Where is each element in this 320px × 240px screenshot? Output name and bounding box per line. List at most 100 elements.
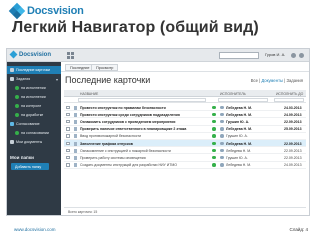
sidebar-item-my-documents[interactable]: Мои документы <box>7 138 61 146</box>
executor-filter-input[interactable] <box>218 98 268 102</box>
table-row[interactable]: Проверить работу системы оповещения Груши… <box>64 154 306 162</box>
sidebar-item-tasks-control[interactable]: на контроле <box>7 102 61 110</box>
sidebar-item-label: на согласовании <box>21 131 49 135</box>
user-icon <box>220 141 224 146</box>
row-due-date: 24.09.2013 <box>284 163 302 168</box>
approval-icon <box>10 122 14 126</box>
user-icon <box>220 155 224 160</box>
row-name[interactable]: Провести инструктаж по правилам безопасн… <box>80 106 166 110</box>
sidebar-item-approval[interactable]: Согласование <box>7 120 61 128</box>
task-card-icon <box>74 105 77 110</box>
app-topbar: Docsvision Гуров И. А. <box>7 49 309 62</box>
tasks-icon <box>10 77 14 81</box>
row-checkbox[interactable] <box>66 155 70 160</box>
sidebar-item-on-approval[interactable]: на согласовании <box>7 129 61 137</box>
task-card-icon <box>74 155 77 160</box>
filter-tasks[interactable]: Задания <box>286 78 303 83</box>
row-name[interactable]: Создать документы инструкций для разрабо… <box>80 163 177 167</box>
row-checkbox[interactable] <box>66 112 70 117</box>
table-row[interactable]: Провести инструктаж среди сотрудников по… <box>64 111 306 119</box>
status-flag-icon <box>212 112 216 117</box>
status-flag-icon <box>212 155 216 160</box>
user-icon <box>220 112 224 117</box>
docsvision-logo-mark-icon <box>8 2 26 20</box>
row-name[interactable]: Ввод противопожарной безопасности <box>80 134 141 138</box>
sidebar-item-recent[interactable]: Последние карточки <box>7 66 61 74</box>
row-name[interactable]: Проверить работу системы оповещения <box>80 156 146 160</box>
add-folder-label: Добавить папку <box>15 164 42 169</box>
logout-icon[interactable] <box>299 53 304 58</box>
sidebar-item-tasks-rework[interactable]: на доработке <box>7 111 61 119</box>
apps-grid-icon[interactable] <box>67 52 74 59</box>
settings-icon[interactable] <box>291 53 296 58</box>
sidebar-item-label: на исполнении <box>21 86 46 90</box>
table-row[interactable]: Ознакомить сотрудников с проведением мер… <box>64 118 306 126</box>
row-due-date: 22.09.2013 <box>284 119 302 124</box>
task-status-icon <box>15 113 19 117</box>
row-due-date: 22.09.2013 <box>284 155 302 160</box>
brand-name: Docsvision <box>27 5 84 17</box>
status-flag-icon <box>212 148 216 153</box>
filter-documents[interactable]: Документы <box>261 78 283 83</box>
row-name[interactable]: Ознакомить сотрудников с проведением мер… <box>80 120 175 124</box>
row-checkbox[interactable] <box>66 105 70 110</box>
task-status-icon <box>15 95 19 99</box>
table-row[interactable]: Ознакомление с инструкцией о пожарной бе… <box>64 147 306 155</box>
row-due-date: 24.03.2013 <box>284 105 302 110</box>
row-due-date: 25.09.2013 <box>284 127 302 132</box>
status-flag-icon <box>212 134 216 138</box>
table-row[interactable]: Проверить наличие ответственного в плани… <box>64 126 306 133</box>
row-name[interactable]: Ознакомление с инструкцией о пожарной бе… <box>80 149 171 153</box>
sidebar-item-label: Мои документы <box>16 140 43 144</box>
sidebar-item-tasks-in-work[interactable]: на исполнении <box>7 84 61 92</box>
task-status-icon <box>15 131 19 135</box>
user-icon <box>220 134 224 138</box>
app-logo-icon <box>9 50 18 59</box>
row-checkbox[interactable] <box>66 127 70 131</box>
row-name[interactable]: Заполнение графика отпусков <box>80 142 133 146</box>
recent-cards-icon <box>10 68 14 72</box>
search-input[interactable] <box>219 52 259 59</box>
row-checkbox[interactable] <box>66 163 70 167</box>
row-executor: Лебедева Н. М. <box>226 105 253 110</box>
date-filter-input[interactable] <box>274 98 304 102</box>
task-card-icon <box>74 148 77 153</box>
row-checkbox[interactable] <box>66 148 70 153</box>
table-row[interactable]: Создать документы инструкций для разрабо… <box>64 162 306 169</box>
user-icon <box>220 148 224 153</box>
row-checkbox[interactable] <box>66 119 70 124</box>
docsvision-logo: Docsvision <box>8 2 84 20</box>
name-filter-input[interactable] <box>78 98 206 102</box>
row-checkbox[interactable] <box>66 141 70 146</box>
table-row[interactable]: Провести инструктаж по правилам безопасн… <box>64 104 306 112</box>
status-flag-icon <box>212 105 216 110</box>
row-executor: Лебедева Н. М. <box>226 148 252 153</box>
filter-all[interactable]: Все <box>251 78 258 83</box>
row-name[interactable]: Провести инструктаж среди сотрудников по… <box>80 113 180 117</box>
table-pager: Всего карточек: 15 <box>64 207 306 214</box>
table-row[interactable]: Заполнение графика отпусков Лебедева Н. М… <box>64 140 306 148</box>
sidebar-item-tasks-execution[interactable]: на исполнении <box>7 93 61 101</box>
task-card-icon <box>74 134 77 139</box>
column-header-name[interactable]: НАЗВАНИЕ <box>80 92 98 96</box>
tab-view[interactable]: Просмотр <box>91 64 119 71</box>
footer-slide-number: Слайд: 4 <box>289 227 308 232</box>
sidebar-item-label: Согласование <box>16 122 40 126</box>
app-logo[interactable]: Docsvision <box>9 50 51 59</box>
row-checkbox[interactable] <box>66 134 70 138</box>
column-header-executor[interactable]: ИСПОЛНИТЕЛЬ <box>220 92 246 96</box>
table-header: НАЗВАНИЕ ИСПОЛНИТЕЛЬ ИСПОЛНИТЬ ДО <box>64 90 306 97</box>
current-user[interactable]: Гуров И. А. <box>265 52 285 57</box>
table-filter-row <box>64 97 306 103</box>
task-card-icon <box>74 141 77 146</box>
add-folder-button[interactable]: Добавить папку <box>11 163 49 170</box>
column-header-date[interactable]: ИСПОЛНИТЬ ДО <box>276 92 303 96</box>
sidebar-item-label: на исполнении <box>21 95 46 99</box>
chevron-down-icon: ▾ <box>55 77 58 82</box>
task-card-icon <box>74 112 77 117</box>
sidebar-item-tasks[interactable]: Задания ▾ <box>7 75 61 83</box>
row-executor: Грушин Ю. А. <box>226 155 248 160</box>
tabs-row: Последние Просмотр <box>61 62 309 72</box>
table-row[interactable]: Ввод противопожарной безопасности Грушин … <box>64 133 306 140</box>
row-name[interactable]: Проверить наличие ответственного в плани… <box>80 127 186 131</box>
